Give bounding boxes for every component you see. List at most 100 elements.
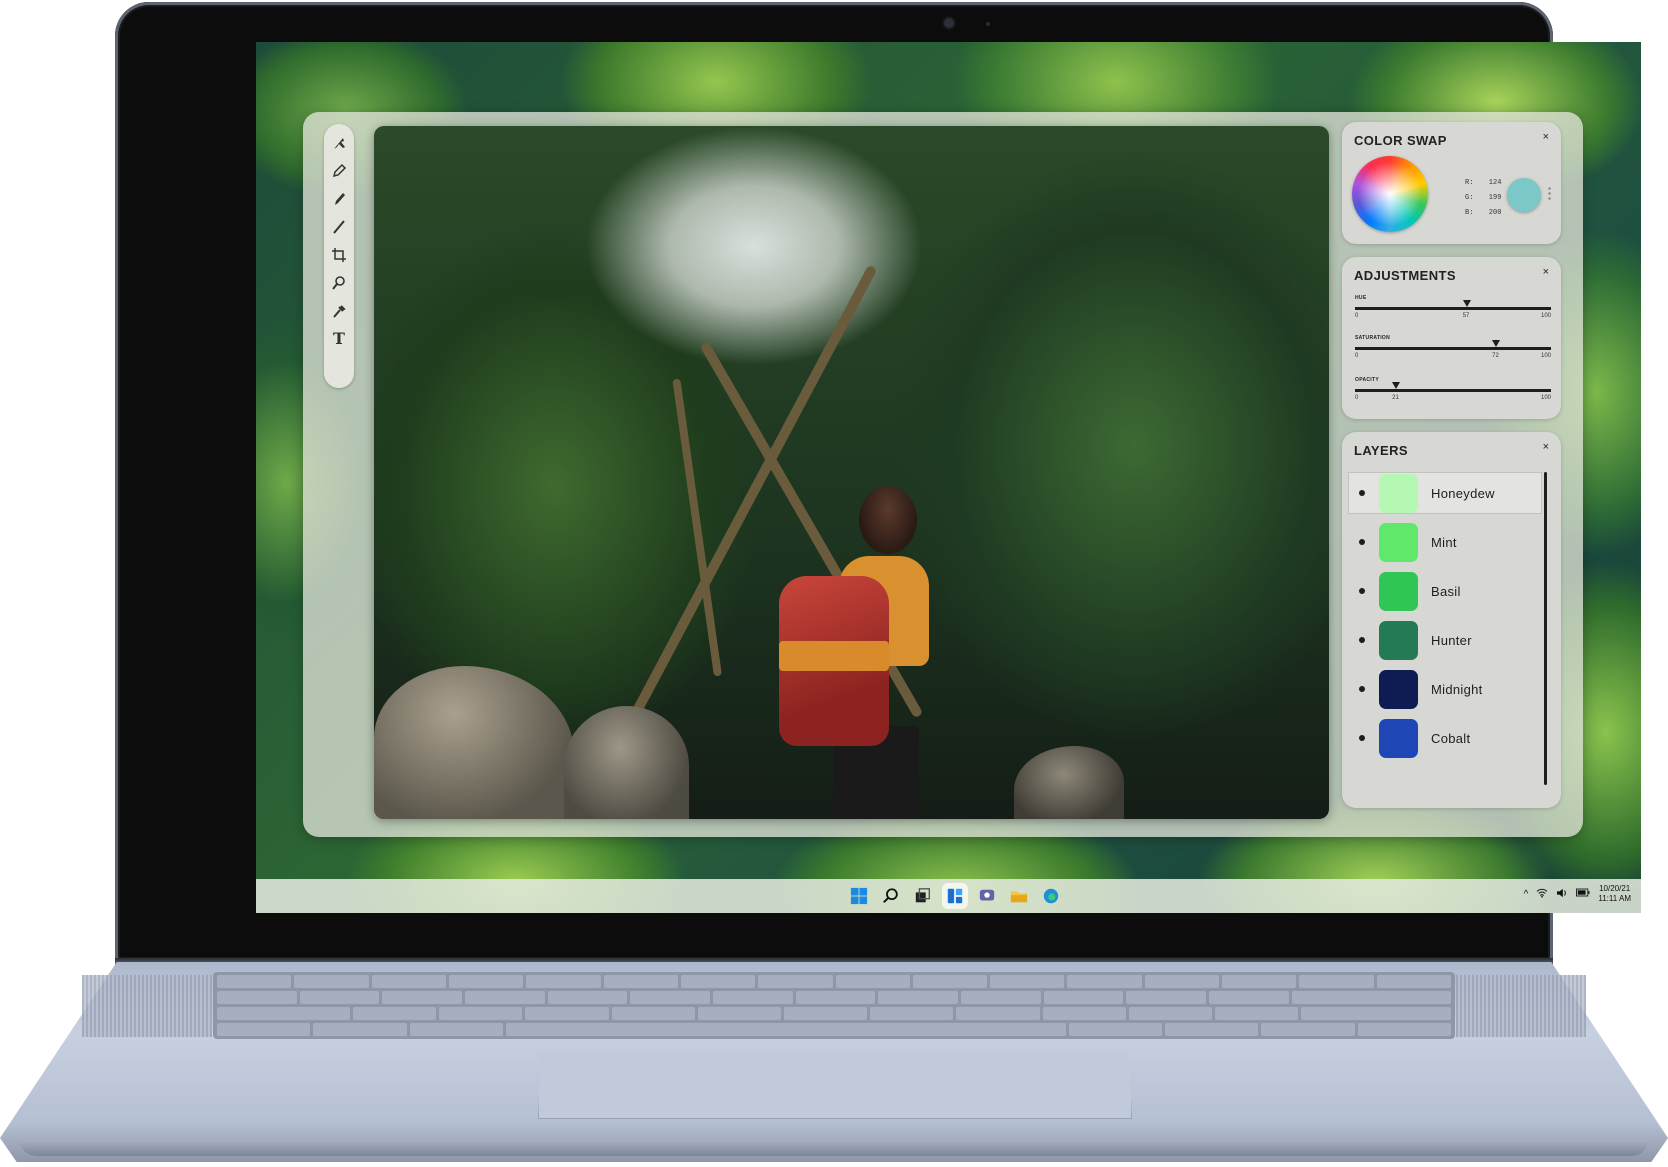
slider-value: 21 [1392, 395, 1399, 401]
windows-start-icon[interactable] [849, 886, 869, 906]
b-label: B: [1465, 209, 1474, 217]
widgets-icon[interactable] [945, 886, 965, 906]
photo-canvas[interactable] [374, 126, 1329, 819]
select-arrow-icon[interactable] [328, 130, 350, 155]
tool-palette: T [324, 124, 354, 388]
layer-visibility-dot[interactable] [1359, 735, 1365, 741]
r-value[interactable]: 124 [1473, 176, 1502, 191]
layer-swatch [1379, 718, 1418, 758]
layers-scrollbar[interactable] [1544, 472, 1547, 785]
rock [374, 666, 574, 819]
layer-visibility-dot[interactable] [1359, 637, 1365, 643]
layer-item-basil[interactable]: Basil [1348, 570, 1542, 612]
pencil-icon[interactable] [328, 186, 350, 211]
edge-icon[interactable] [1041, 886, 1061, 906]
slider-min: 0 [1355, 353, 1359, 359]
layer-swatch [1379, 571, 1418, 611]
crop-icon[interactable] [328, 242, 350, 267]
layer-name: Hunter [1431, 632, 1472, 648]
keyboard-row [217, 975, 1451, 988]
slider-min: 0 [1355, 395, 1359, 401]
brush-icon[interactable] [328, 214, 350, 239]
layer-visibility-dot[interactable] [1359, 490, 1365, 496]
webcam [944, 18, 954, 28]
text-icon[interactable]: T [328, 326, 350, 351]
laptop-front-edge [20, 1140, 1648, 1156]
adjustments-panel: ADJUSTMENTS × HUE 0 57 100 SATURATION 0 [1342, 257, 1561, 419]
keyboard-row [217, 1023, 1452, 1036]
slider-thumb[interactable] [1492, 340, 1501, 347]
hiker-figure [779, 486, 929, 819]
layers-panel: LAYERS × Honeydew Mint Basil Hunter Midn… [1342, 432, 1561, 808]
layer-visibility-dot[interactable] [1359, 686, 1365, 692]
taskbar-apps [849, 886, 1061, 906]
panel-title: COLOR SWAP [1354, 133, 1447, 148]
layer-visibility-dot[interactable] [1359, 588, 1365, 594]
close-icon[interactable]: × [1543, 266, 1549, 278]
layer-swatch [1379, 473, 1418, 513]
rgb-values: R: 124 G: 199 B: 200 [1465, 176, 1501, 221]
layer-item-midnight[interactable]: Midnight [1348, 668, 1542, 710]
rock [564, 706, 689, 819]
color-preview-swatch[interactable] [1507, 178, 1541, 212]
hue-slider: HUE 0 57 100 [1355, 295, 1551, 323]
layer-name: Midnight [1431, 681, 1483, 697]
layer-name: Cobalt [1431, 730, 1471, 746]
tray-chevron-icon[interactable]: ^ [1524, 889, 1529, 900]
layer-name: Basil [1431, 583, 1461, 599]
layer-item-hunter[interactable]: Hunter [1348, 619, 1542, 661]
slider-max: 100 [1540, 313, 1551, 319]
file-explorer-icon[interactable] [1009, 886, 1029, 906]
slider-label: HUE [1355, 295, 1367, 301]
opacity-slider: OPACITY 0 21 100 [1355, 377, 1551, 405]
g-label: G: [1465, 194, 1474, 202]
keyboard [213, 972, 1455, 1039]
webcam-indicator [986, 22, 990, 26]
text-tool-glyph: T [333, 329, 345, 348]
close-icon[interactable]: × [1543, 131, 1549, 143]
wifi-icon[interactable] [1536, 888, 1548, 901]
layer-item-honeydew[interactable]: Honeydew [1348, 472, 1542, 514]
slider-track[interactable] [1355, 382, 1551, 392]
eyedropper-icon[interactable] [328, 298, 350, 323]
slider-track[interactable] [1355, 300, 1551, 310]
volume-icon[interactable] [1556, 888, 1568, 901]
slider-thumb[interactable] [1462, 300, 1471, 307]
panel-title: LAYERS [1354, 443, 1408, 458]
slider-value: 57 [1462, 313, 1470, 319]
layer-item-cobalt[interactable]: Cobalt [1348, 717, 1542, 759]
chat-icon[interactable] [977, 886, 997, 906]
clock-date: 10/20/21 [1599, 884, 1631, 893]
speaker-grille-left [82, 975, 212, 1037]
layers-list: Honeydew Mint Basil Hunter Midnight Coba… [1348, 472, 1542, 766]
more-options-icon[interactable] [1548, 186, 1551, 202]
hiker-head [859, 486, 917, 554]
slider-thumb[interactable] [1392, 382, 1401, 389]
slider-label: OPACITY [1355, 377, 1379, 383]
color-wheel[interactable] [1352, 156, 1428, 232]
keyboard-row [217, 991, 1452, 1004]
system-tray: ^ 10/20/21 11:11 AM [1524, 884, 1631, 904]
layer-swatch [1379, 669, 1418, 709]
clock-time: 11:11 AM [1598, 894, 1631, 903]
photo-editor-window: T COLOR SWAP × R: 124 G: 199 B: 200 ADJU… [303, 112, 1583, 837]
b-value[interactable]: 200 [1473, 206, 1502, 221]
slider-track[interactable] [1355, 340, 1551, 350]
zoom-icon[interactable] [328, 270, 350, 295]
battery-icon[interactable] [1576, 888, 1590, 900]
color-swap-panel: COLOR SWAP × R: 124 G: 199 B: 200 [1342, 122, 1561, 244]
g-value[interactable]: 199 [1473, 191, 1502, 206]
close-icon[interactable]: × [1543, 441, 1549, 453]
task-view-icon[interactable] [913, 886, 933, 906]
layer-swatch [1379, 522, 1418, 562]
taskbar-clock[interactable]: 10/20/21 11:11 AM [1598, 884, 1631, 904]
keyboard-row [217, 1007, 1451, 1020]
taskbar: ^ 10/20/21 11:11 AM [256, 879, 1641, 913]
layer-visibility-dot[interactable] [1359, 539, 1365, 545]
search-icon[interactable] [881, 886, 901, 906]
backpack-band [779, 641, 889, 671]
slider-label: SATURATION [1355, 335, 1391, 341]
pen-icon[interactable] [328, 158, 350, 183]
r-label: R: [1465, 179, 1474, 187]
layer-item-mint[interactable]: Mint [1348, 521, 1542, 563]
